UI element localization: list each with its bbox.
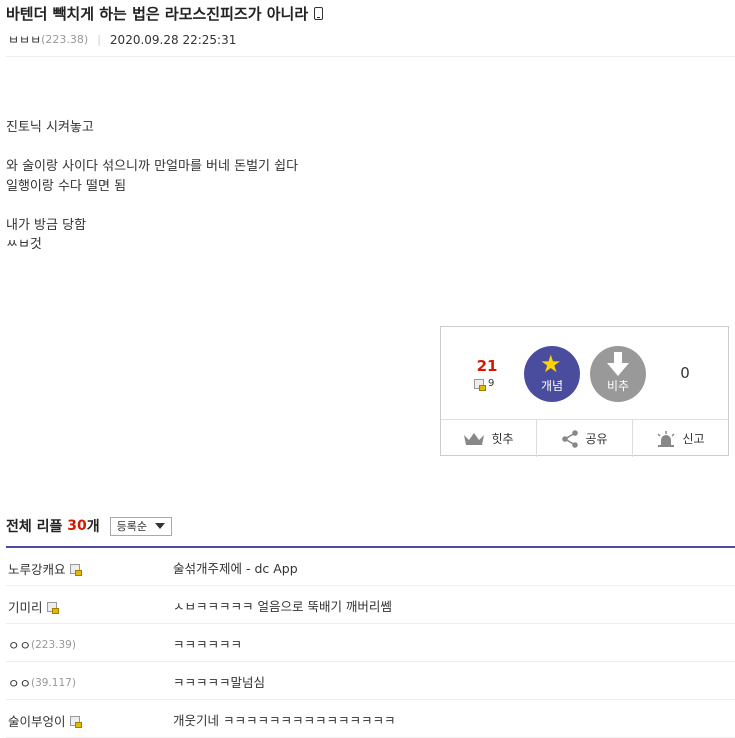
downvote-button[interactable]: 비추	[590, 346, 646, 402]
fixed-upvote-value: 9	[488, 378, 495, 389]
comment-text: ㅋㅋㅋㅋㅋㅋ	[173, 637, 243, 652]
share-icon	[562, 429, 579, 448]
comment-row: ㅇㅇ (223.39) ㅋㅋㅋㅋㅋㅋ	[6, 624, 735, 662]
siren-icon	[657, 430, 675, 447]
body-line: 와 술이랑 사이다 섞으니까 만얼마를 버네 돈벌기 쉽다	[6, 159, 299, 174]
comment-text: ㅋㅋㅋㅋㅋ말넘심	[173, 675, 266, 690]
comment-row: 기미리 ㅅㅂㅋㅋㅋㅋㅋ 얼음으로 뚝배기 깨버리쎔	[6, 586, 735, 624]
divider	[6, 56, 735, 57]
body-line: 내가 방금 당함	[6, 217, 87, 233]
body-line	[6, 196, 298, 216]
comment-ip: (223.39)	[31, 638, 76, 651]
comment-row: ㅇㅇ (39.117) ㅋㅋㅋㅋㅋ말넘심	[6, 662, 735, 700]
comments-header: 전체 리플 30 개 등록순	[6, 516, 172, 536]
mobile-icon	[314, 7, 324, 20]
comments-count-suffix: 개	[86, 519, 100, 535]
comment-author[interactable]: ㅇㅇ (39.117)	[8, 673, 76, 692]
fixed-nick-icon	[69, 563, 82, 576]
star-icon: ★	[540, 350, 562, 378]
post-datetime: 2020.09.28 22:25:31	[109, 32, 237, 47]
body-line	[6, 138, 298, 158]
comment-nick: 술이부엉이	[8, 714, 66, 729]
comment-list: 노루강캐요 술섞개주제에 - dc App 기미리 ㅅㅂㅋㅋㅋㅋㅋ 얼음으로 뚝…	[6, 548, 735, 738]
fixed-nick-icon	[46, 601, 59, 614]
post-meta: ㅂㅂㅂ (223.38) | 2020.09.28 22:25:31	[8, 31, 236, 48]
comments-count: 30	[67, 518, 87, 534]
share-button[interactable]: 공유	[536, 420, 632, 457]
meta-divider: |	[97, 33, 101, 46]
comment-author[interactable]: 노루강캐요	[8, 559, 82, 578]
comment-author[interactable]: ㅇㅇ (223.39)	[8, 635, 76, 654]
post-title-text: 바텐더 빽치게 하는 법은 라모스진피즈가 아니라	[6, 5, 309, 23]
report-label: 신고	[682, 432, 705, 446]
share-label: 공유	[585, 432, 608, 446]
post-body: 진토닉 시켜놓고 와 술이랑 사이다 섞으니까 만얼마를 버네 돈벌기 쉽다 일…	[6, 118, 298, 255]
hit-recommend-label: 힛추	[491, 432, 514, 446]
comment-nick: 기미리	[8, 600, 43, 615]
body-line: ㅆㅂ것	[6, 237, 42, 252]
comment-row: 노루강캐요 술섞개주제에 - dc App	[6, 548, 735, 586]
sort-selected-value: 등록순	[116, 520, 148, 533]
fixed-nick-icon	[474, 378, 486, 391]
downvote-count: 0	[680, 364, 690, 382]
author-ip: (223.38)	[41, 33, 89, 46]
down-arrow-icon	[607, 352, 629, 376]
upvote-button[interactable]: ★ 개념	[524, 346, 580, 402]
body-line: 일행이랑 수다 떨면 됨	[6, 178, 127, 194]
comment-nick: 노루강캐요	[8, 562, 66, 577]
chevron-down-icon	[154, 523, 165, 529]
comment-author[interactable]: 술이부엉이	[8, 711, 82, 730]
comment-text: ㅅㅂㅋㅋㅋㅋㅋ 얼음으로 뚝배기 깨버리쎔	[173, 599, 392, 614]
hit-recommend-button[interactable]: 힛추	[441, 420, 536, 457]
comments-heading: 전체 리플	[6, 519, 63, 535]
upvote-label: 개념	[540, 379, 564, 393]
downvote-label: 비추	[606, 379, 630, 393]
comment-ip: (39.117)	[31, 676, 76, 689]
crown-icon	[464, 432, 485, 445]
vote-actions: 힛추 공유 신고	[441, 419, 728, 457]
comment-text: 술섞개주제에 - dc App	[173, 561, 298, 576]
vote-panel: 21 9 ★ 개념 비추 0	[441, 327, 728, 419]
comment-row: 술이부엉이 개웃기네 ㅋㅋㅋㅋㅋㅋㅋㅋㅋㅋㅋㅋㅋㅋㅋ	[6, 700, 735, 738]
comment-sort-select[interactable]: 등록순	[109, 516, 172, 536]
upvote-count: 21	[476, 357, 498, 375]
vote-box: 21 9 ★ 개념 비추 0 힛추 공유 신고	[440, 326, 729, 457]
author-name[interactable]: ㅂㅂㅂ	[8, 31, 41, 48]
comment-nick: ㅇㅇ	[8, 638, 32, 653]
post-title: 바텐더 빽치게 하는 법은 라모스진피즈가 아니라	[6, 3, 324, 24]
body-line: 진토닉 시켜놓고	[6, 120, 94, 135]
fixed-upvote-count: 9	[474, 378, 495, 391]
report-button[interactable]: 신고	[632, 420, 728, 457]
comment-text: 개웃기네 ㅋㅋㅋㅋㅋㅋㅋㅋㅋㅋㅋㅋㅋㅋㅋ	[173, 713, 396, 728]
fixed-nick-icon	[69, 715, 82, 728]
comment-author[interactable]: 기미리	[8, 597, 59, 616]
comment-nick: ㅇㅇ	[8, 676, 32, 691]
